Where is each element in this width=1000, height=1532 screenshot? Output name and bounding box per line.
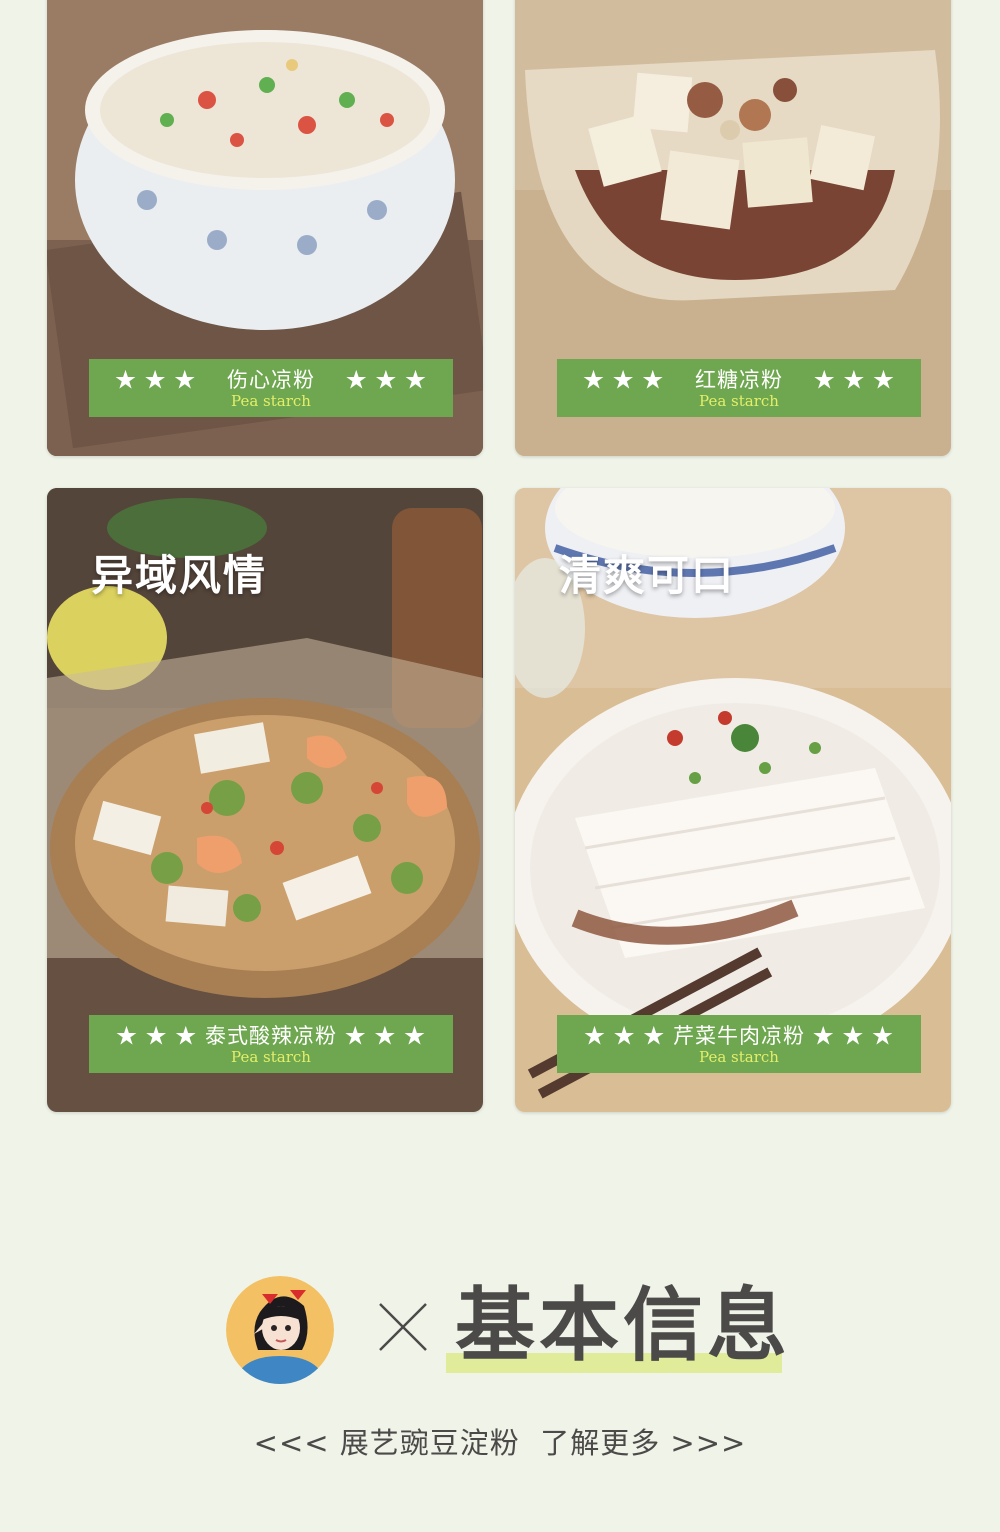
recipe-banner: ★ ★ ★ 伤心凉粉 ★ ★ ★ Pea starch [89,359,453,417]
banner-title-row: ★ ★ ★ 泰式酸辣凉粉 ★ ★ ★ [89,1023,453,1049]
stars-right: ★ ★ ★ [345,368,428,392]
stars-left: ★ ★ ★ [582,368,665,392]
recipe-banner: ★ ★ ★ 红糖凉粉 ★ ★ ★ Pea starch [557,359,921,417]
banner-title-row: ★ ★ ★ 红糖凉粉 ★ ★ ★ [557,367,921,393]
times-icon [379,1303,427,1351]
recipe-banner: ★ ★ ★ 泰式酸辣凉粉 ★ ★ ★ Pea starch [89,1015,453,1073]
stars-right: ★ ★ ★ [813,368,896,392]
recipe-card-sad-jelly[interactable]: ★ ★ ★ 伤心凉粉 ★ ★ ★ Pea starch [47,0,483,456]
recipe-name: 芹菜牛肉凉粉 [673,1024,805,1048]
banner-title-row: ★ ★ ★ 伤心凉粉 ★ ★ ★ [89,367,453,393]
avatar-illustration [226,1276,334,1384]
recipe-subtitle: Pea starch [231,392,311,410]
stars-left: ★ ★ ★ [115,1024,198,1048]
banner-title-row: ★ ★ ★ 芹菜牛肉凉粉 ★ ★ ★ [557,1023,921,1049]
recipe-card-brown-sugar-jelly[interactable]: ★ ★ ★ 红糖凉粉 ★ ★ ★ Pea starch [515,0,951,456]
stars-right: ★ ★ ★ [344,1024,427,1048]
recipe-subtitle: Pea starch [699,1048,779,1066]
recipe-card-thai-jelly[interactable]: 异域风情 ★ ★ ★ 泰式酸辣凉粉 ★ ★ ★ Pea starch [47,488,483,1112]
recipe-subtitle: Pea starch [231,1048,311,1066]
recipe-name: 伤心凉粉 [227,368,315,392]
recipe-banner: ★ ★ ★ 芹菜牛肉凉粉 ★ ★ ★ Pea starch [557,1015,921,1073]
stars-right: ★ ★ ★ [812,1024,895,1048]
card-headline: 异域风情 [91,551,268,600]
card-headline: 清爽可口 [559,551,736,600]
recipe-name: 泰式酸辣凉粉 [205,1024,337,1048]
stars-left: ★ ★ ★ [583,1024,666,1048]
section-title: 基本信息 [455,1278,791,1372]
recipe-name: 红糖凉粉 [695,368,783,392]
avatar-illustration-art [226,1276,334,1384]
recipe-card-celery-beef-jelly[interactable]: 清爽可口 ★ ★ ★ 芹菜牛肉凉粉 ★ ★ ★ Pea starch [515,488,951,1112]
recipe-subtitle: Pea starch [699,392,779,410]
learn-more-link[interactable]: <<< 展艺豌豆淀粉 了解更多 >>> [0,1420,1000,1462]
stars-left: ★ ★ ★ [114,368,197,392]
